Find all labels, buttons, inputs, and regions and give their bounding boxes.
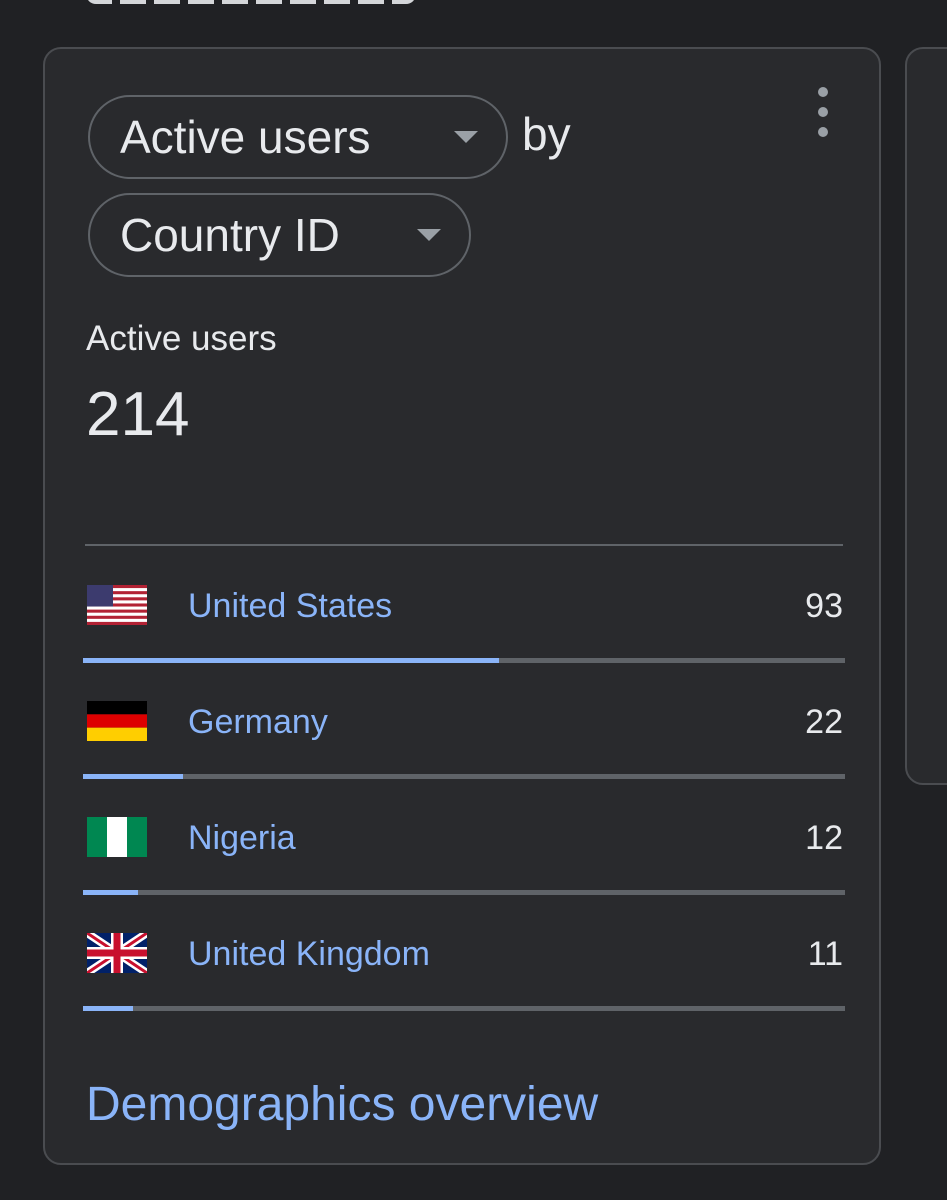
country-value: 22 [805, 703, 843, 741]
country-name[interactable]: Germany [188, 703, 328, 742]
country-value: 93 [805, 587, 843, 625]
next-card-edge [905, 47, 947, 785]
metric-label: Active users [86, 319, 277, 358]
page: Active users by Country ID Active users … [0, 0, 947, 1200]
divider [85, 544, 843, 546]
chevron-down-icon [454, 131, 478, 143]
metric-total: 214 [86, 380, 190, 449]
country-list: United States 93 Germany 22 Nigeria 12 U… [83, 547, 845, 1011]
more-vert-icon[interactable] [805, 87, 841, 137]
users-by-country-card: Active users by Country ID Active users … [43, 47, 881, 1165]
dimension-selector-chip[interactable]: Country ID [88, 193, 471, 277]
by-word: by [522, 108, 571, 160]
country-value: 12 [805, 819, 843, 857]
country-row[interactable]: United States 93 [83, 547, 845, 663]
demographics-overview-link[interactable]: Demographics overview [86, 1077, 598, 1132]
us-flag-icon [87, 585, 147, 625]
uk-flag-icon [87, 933, 147, 973]
germany-flag-icon [87, 701, 147, 741]
cut-off-heading [86, 0, 416, 8]
share-bar-track [83, 1006, 845, 1011]
country-name[interactable]: United States [188, 587, 392, 626]
country-row[interactable]: United Kingdom 11 [83, 895, 845, 1011]
country-row[interactable]: Germany 22 [83, 663, 845, 779]
country-name[interactable]: United Kingdom [188, 935, 430, 974]
chevron-down-icon [417, 229, 441, 241]
country-name[interactable]: Nigeria [188, 819, 296, 858]
metric-selector-label: Active users [120, 111, 371, 163]
nigeria-flag-icon [87, 817, 147, 857]
metric-selector-chip[interactable]: Active users [88, 95, 508, 179]
dimension-selector-label: Country ID [120, 209, 340, 261]
country-row[interactable]: Nigeria 12 [83, 779, 845, 895]
country-value: 11 [807, 935, 843, 973]
share-bar-fill [83, 1006, 134, 1011]
